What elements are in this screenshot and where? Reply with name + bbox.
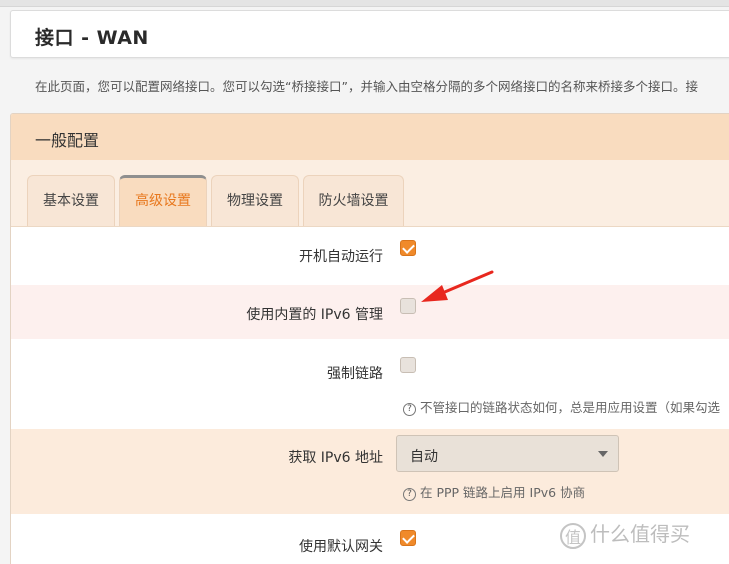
default-gateway-checkbox[interactable] <box>400 530 416 546</box>
watermark: 值什么值得买 <box>560 518 690 549</box>
tab-basic-settings[interactable]: 基本设置 <box>27 175 115 226</box>
ipv6-management-label: 使用内置的 IPv6 管理 <box>246 307 383 323</box>
tab-bar: 基本设置 高级设置 物理设置 防火墙设置 <box>11 160 729 227</box>
section-title: 一般配置 <box>35 131 100 150</box>
help-icon: ? <box>403 403 416 416</box>
watermark-text: 什么值得买 <box>590 522 690 546</box>
ipv6-address-hint: ? 在 PPP 链路上启用 IPv6 协商 <box>403 482 585 501</box>
tab-firewall-settings[interactable]: 防火墙设置 <box>303 175 404 226</box>
row-force-link: 强制链路 ? 不管接口的链路状态如何，总是用应用设置（如果勾选 <box>11 339 729 429</box>
top-divider <box>0 0 729 7</box>
row-ipv6-management: 使用内置的 IPv6 管理 <box>11 285 729 339</box>
section-header: 一般配置 <box>11 114 729 160</box>
general-config-section: 一般配置 基本设置 高级设置 物理设置 防火墙设置 开机自动运行 使用内置的 I… <box>10 113 729 564</box>
tab-physical-settings[interactable]: 物理设置 <box>211 175 299 226</box>
ipv6-management-checkbox[interactable] <box>400 298 416 314</box>
help-icon: ? <box>403 488 416 501</box>
force-link-checkbox[interactable] <box>400 357 416 373</box>
default-gateway-label: 使用默认网关 <box>299 539 383 555</box>
row-ipv6-address: 获取 IPv6 地址 自动 ? 在 PPP 链路上启用 IPv6 协商 <box>11 429 729 514</box>
chevron-down-icon <box>598 451 608 457</box>
header-card: 接口 - WAN <box>10 10 729 58</box>
ipv6-address-hint-text: 在 PPP 链路上启用 IPv6 协商 <box>420 485 586 500</box>
autostart-label: 开机自动运行 <box>299 249 383 265</box>
annotation-arrow-icon <box>421 270 494 302</box>
page: 接口 - WAN 在此页面，您可以配置网络接口。您可以勾选“桥接接口”，并输入由… <box>0 0 729 564</box>
force-link-hint: ? 不管接口的链路状态如何，总是用应用设置（如果勾选 <box>403 397 720 416</box>
force-link-label: 强制链路 <box>327 366 383 382</box>
ipv6-address-label: 获取 IPv6 地址 <box>288 450 383 466</box>
ipv6-address-value: 自动 <box>410 449 438 465</box>
autostart-checkbox[interactable] <box>400 240 416 256</box>
ipv6-address-select[interactable]: 自动 <box>396 435 619 472</box>
row-autostart: 开机自动运行 <box>11 227 729 285</box>
tab-advanced-settings[interactable]: 高级设置 <box>119 175 207 226</box>
watermark-logo-icon: 值 <box>560 522 586 549</box>
page-description: 在此页面，您可以配置网络接口。您可以勾选“桥接接口”，并输入由空格分隔的多个网络… <box>35 79 698 94</box>
force-link-hint-text: 不管接口的链路状态如何，总是用应用设置（如果勾选 <box>420 400 721 415</box>
page-title: 接口 - WAN <box>35 27 149 49</box>
